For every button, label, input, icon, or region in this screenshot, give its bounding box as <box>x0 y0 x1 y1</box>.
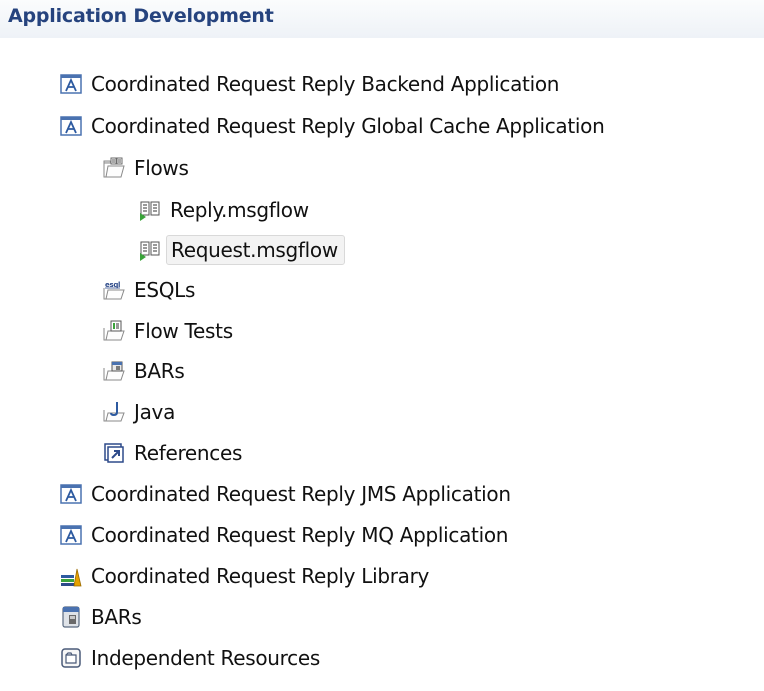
tree-item-backend-application[interactable]: Coordinated Request Reply Backend Applic… <box>60 64 559 104</box>
tree-item-label: Coordinated Request Reply Global Cache A… <box>91 114 605 138</box>
tree-item-java[interactable]: Java <box>103 392 175 432</box>
tree-item-label: Java <box>134 400 176 424</box>
tree-item-jms-application[interactable]: Coordinated Request Reply JMS Applicatio… <box>60 474 511 514</box>
flows-folder-icon <box>103 157 125 179</box>
tree-item-reply-msgflow[interactable]: Reply.msgflow <box>139 190 309 230</box>
tree-item-label: BARs <box>134 359 185 383</box>
tree-item-label: Independent Resources <box>91 646 320 670</box>
java-folder-icon <box>103 401 125 423</box>
application-icon <box>60 483 82 505</box>
tree-item-independent-resources[interactable]: Independent Resources <box>60 638 320 678</box>
tree-item-mq-application[interactable]: Coordinated Request Reply MQ Application <box>60 515 508 555</box>
tree-item-label: References <box>134 441 243 465</box>
project-tree: Coordinated Request Reply Backend Applic… <box>0 0 764 691</box>
tree-item-bars-folder[interactable]: BARs <box>103 351 185 391</box>
tree-item-global-cache-application[interactable]: Coordinated Request Reply Global Cache A… <box>60 106 605 146</box>
flow-tests-folder-icon <box>103 320 125 342</box>
tree-item-request-msgflow[interactable]: Request.msgflow <box>139 230 345 270</box>
tree-item-label: Reply.msgflow <box>170 198 309 222</box>
tree-item-label: Coordinated Request Reply Library <box>91 564 430 588</box>
tree-item-label: Flows <box>134 156 189 180</box>
application-icon <box>60 524 82 546</box>
tree-item-label: BARs <box>91 605 142 629</box>
tree-item-label: ESQLs <box>134 278 196 302</box>
tree-item-label: Coordinated Request Reply Backend Applic… <box>91 72 560 96</box>
tree-item-esqls[interactable]: esql ESQLs <box>103 270 195 310</box>
msgflow-icon <box>139 199 161 221</box>
tree-item-label: Request.msgflow <box>166 235 345 265</box>
application-icon <box>60 73 82 95</box>
independent-resources-icon <box>60 647 82 669</box>
references-icon <box>103 442 125 464</box>
bars-folder-icon <box>103 360 125 382</box>
msgflow-icon <box>139 239 161 261</box>
tree-item-label: Coordinated Request Reply MQ Application <box>91 523 509 547</box>
tree-item-bars[interactable]: BARs <box>60 597 142 637</box>
application-icon <box>60 115 82 137</box>
bar-file-icon <box>60 606 82 628</box>
esql-folder-icon: esql <box>103 279 125 301</box>
tree-item-references[interactable]: References <box>103 433 242 473</box>
tree-item-library[interactable]: Coordinated Request Reply Library <box>60 556 429 596</box>
library-icon <box>60 565 82 587</box>
tree-item-label: Flow Tests <box>134 319 233 343</box>
tree-item-flow-tests[interactable]: Flow Tests <box>103 311 233 351</box>
tree-item-label: Coordinated Request Reply JMS Applicatio… <box>91 482 511 506</box>
tree-item-flows[interactable]: Flows <box>103 148 189 188</box>
